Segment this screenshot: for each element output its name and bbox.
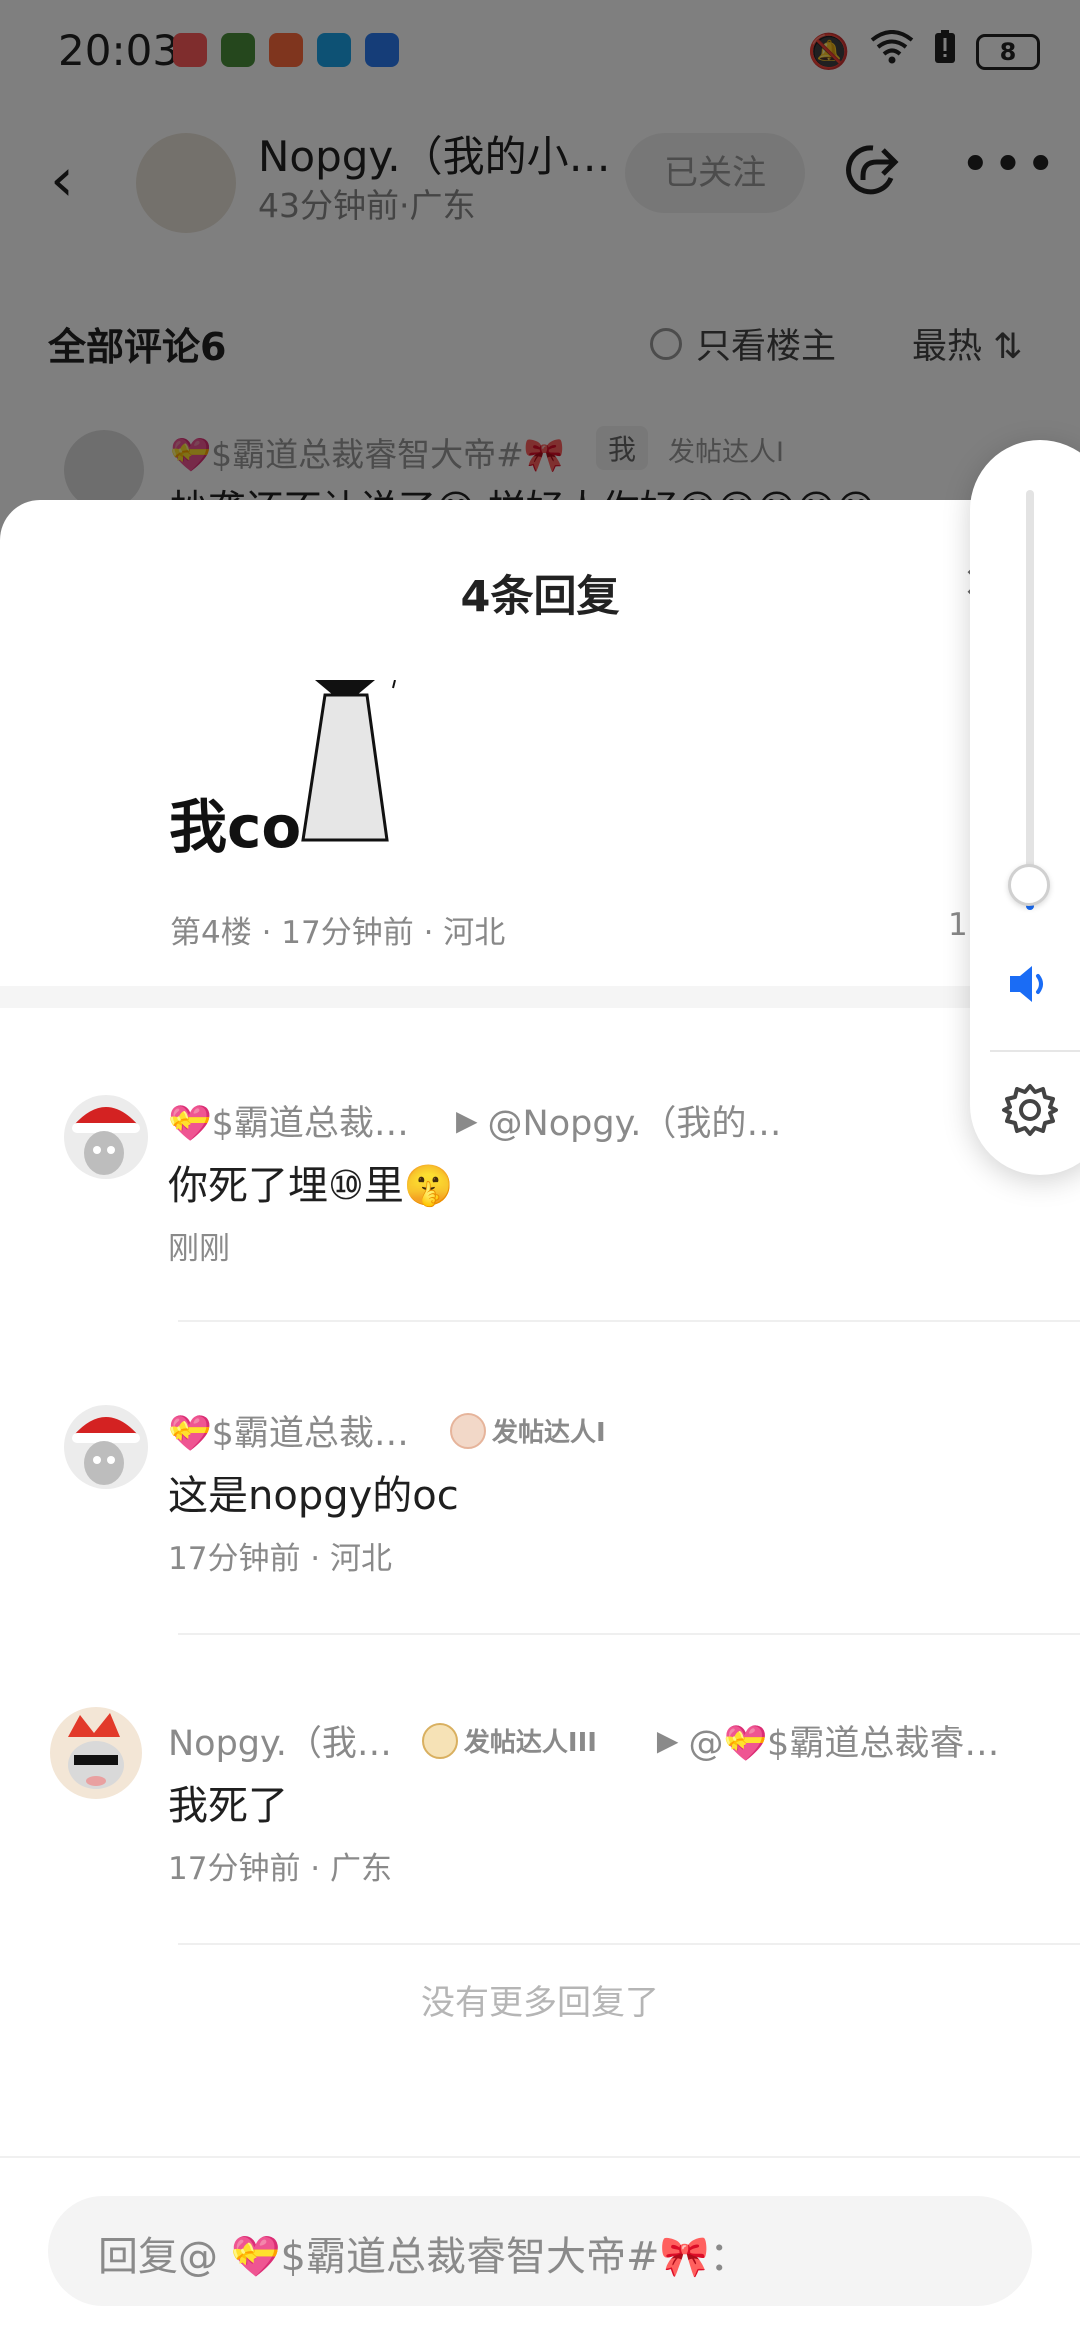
sheet-title: 4条回复 xyxy=(460,572,620,622)
poster-badge: 发帖达人III xyxy=(421,1722,597,1759)
comment-image[interactable]: 我co xyxy=(165,679,445,861)
reply-input-placeholder: 回复@ 💝$霸道总裁睿智大帝#🎀： xyxy=(98,2234,750,2280)
avatar[interactable] xyxy=(64,1405,148,1489)
volume-slider[interactable] xyxy=(1026,490,1034,910)
avatar[interactable] xyxy=(50,1707,142,1799)
reply-arrow-icon: ▶ xyxy=(456,1104,478,1137)
reply-username[interactable]: 💝$霸道总裁睿智大帝#🎀 发帖达人I xyxy=(168,1405,606,1456)
reply-input-bar: 回复@ 💝$霸道总裁睿智大帝#🎀： xyxy=(0,2156,1080,2340)
meme-text: 我co xyxy=(169,793,302,861)
avatar[interactable] xyxy=(64,1095,148,1179)
reply-username[interactable]: Nopgy.（我… 发帖达人III ▶ @💝$霸道总裁睿… xyxy=(168,1715,999,1766)
no-more-replies: 没有更多回复了 xyxy=(421,1983,659,2023)
speaker-icon[interactable] xyxy=(1006,962,1054,1010)
reply-to[interactable]: @💝$霸道总裁睿… xyxy=(688,1715,999,1766)
reply-divider xyxy=(178,1320,1080,1322)
reply-item[interactable]: Nopgy.（我… 发帖达人III ▶ @💝$霸道总裁睿… 我死了 17分钟前 … xyxy=(0,1707,1080,1945)
reply-text: 这是nopgy的oc xyxy=(168,1473,459,1519)
reply-meta: 刚刚 xyxy=(168,1231,230,1267)
reply-item[interactable]: 💝$霸道总裁睿智大帝#🎀 发帖达人I 这是nopgy的oc 17分钟前 · 河北 xyxy=(0,1405,1080,1635)
badge-icon xyxy=(450,1412,486,1449)
reply-text: 你死了埋⑩里🤫 xyxy=(168,1163,454,1209)
gear-icon[interactable] xyxy=(1000,1080,1060,1154)
volume-panel xyxy=(970,440,1080,1175)
original-meta: 第4楼 · 17分钟前 · 河北 xyxy=(170,915,506,951)
volume-slider-handle[interactable] xyxy=(1008,864,1050,906)
reply-arrow-icon: ▶ xyxy=(656,1724,679,1757)
poster-badge: 发帖达人I xyxy=(450,1412,606,1449)
reply-divider xyxy=(178,1633,1080,1635)
reply-text: 我死了 xyxy=(168,1783,288,1829)
meme-drawing xyxy=(295,679,445,854)
reply-input[interactable]: 回复@ 💝$霸道总裁睿智大帝#🎀： xyxy=(48,2196,1032,2306)
reply-username[interactable]: 💝$霸道总裁睿智大帝#🎀 ▶ @Nopgy.（我的小… xyxy=(168,1095,808,1146)
section-divider xyxy=(0,986,1080,1008)
badge-icon xyxy=(421,1722,458,1759)
volume-divider xyxy=(990,1050,1080,1052)
reply-meta: 17分钟前 · 广东 xyxy=(168,1851,393,1887)
reply-to[interactable]: @Nopgy.（我的小… xyxy=(488,1095,808,1146)
reply-item[interactable]: 💝$霸道总裁睿智大帝#🎀 ▶ @Nopgy.（我的小… 你死了埋⑩里🤫 刚刚 xyxy=(0,1095,1080,1322)
replies-sheet: 4条回复 ✕ 我co 第4楼 · 17分钟前 · 河北 1 👍 💝$霸道总裁睿智… xyxy=(0,500,1080,2340)
like-count: 1 xyxy=(948,907,968,943)
reply-divider xyxy=(178,1943,1080,1945)
reply-meta: 17分钟前 · 河北 xyxy=(168,1541,393,1577)
